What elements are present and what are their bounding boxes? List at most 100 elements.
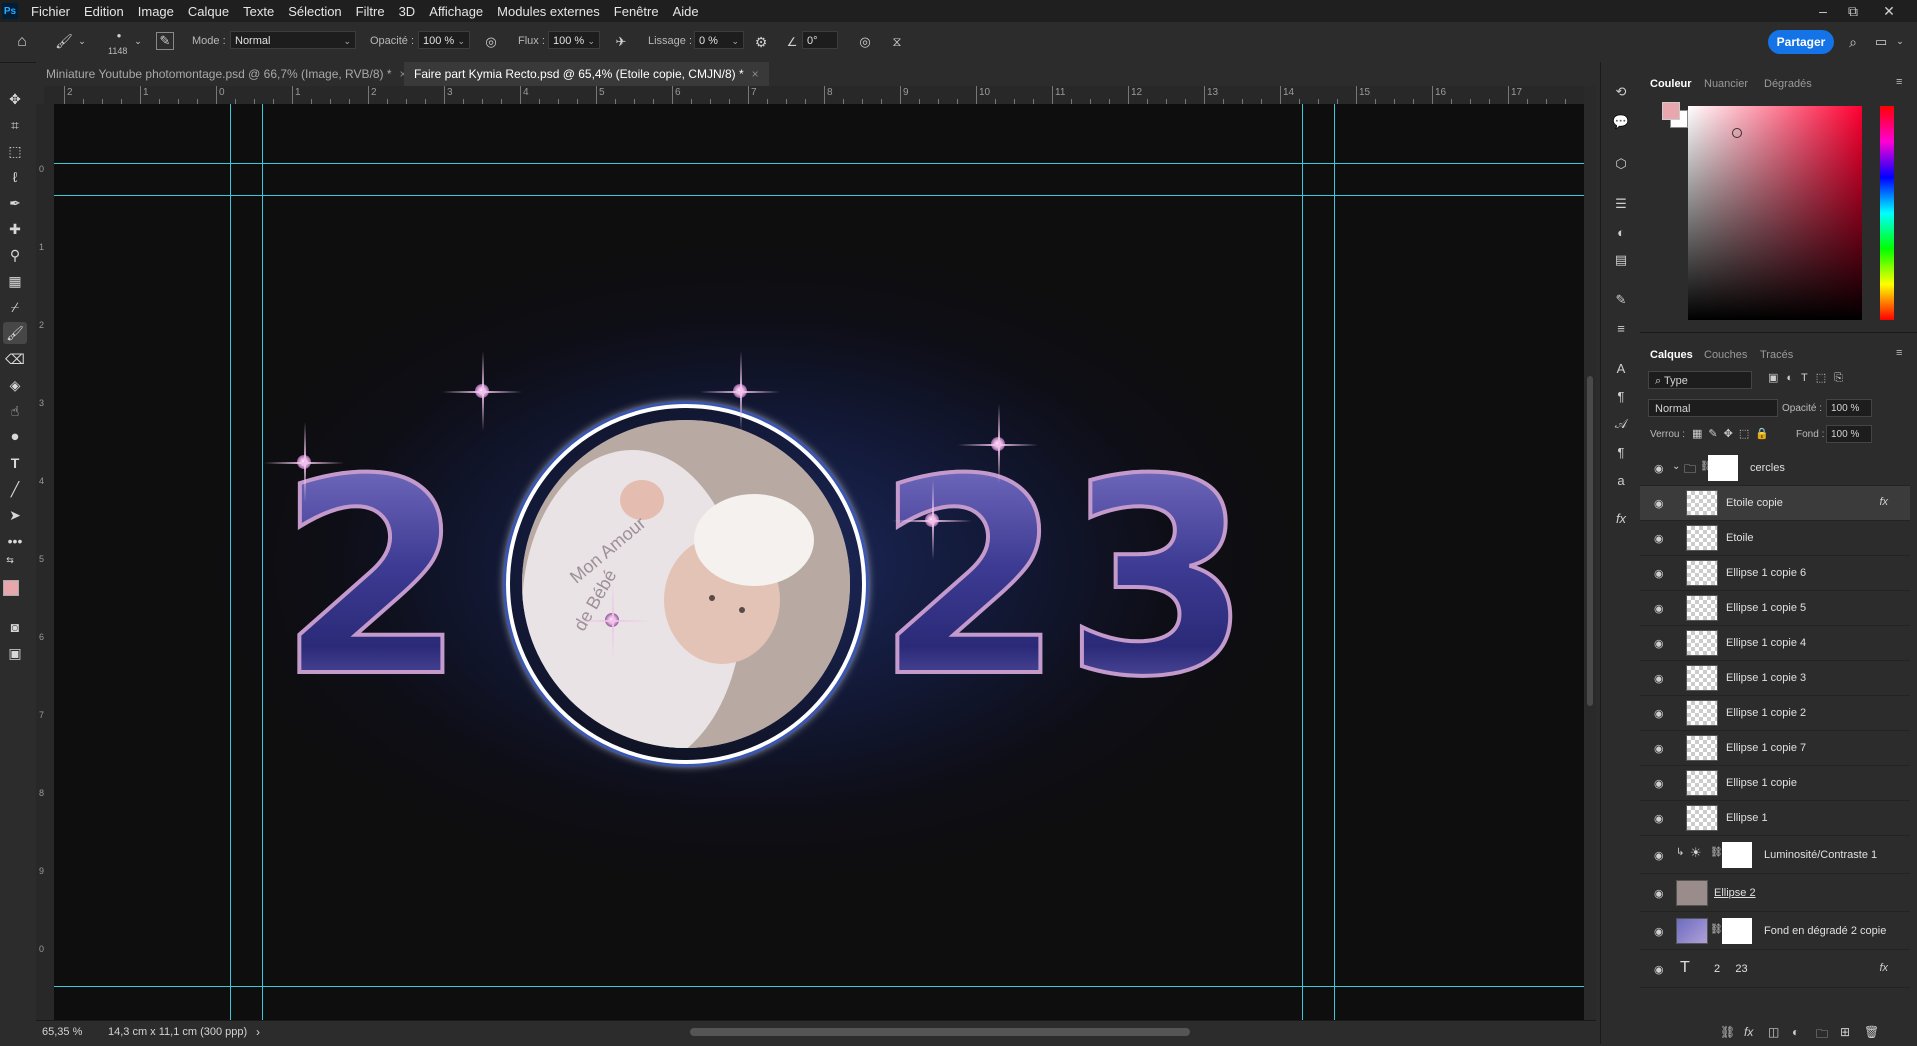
eye-icon[interactable]: ◉ bbox=[1654, 707, 1668, 720]
tab-traces[interactable]: Tracés bbox=[1760, 349, 1793, 361]
eye-icon[interactable]: ◉ bbox=[1654, 672, 1668, 685]
more-tools-icon[interactable]: ••• bbox=[3, 530, 27, 552]
eye-icon[interactable]: ◉ bbox=[1654, 777, 1668, 790]
layer-row-selected[interactable]: ◉ Etoile copie fx bbox=[1640, 486, 1910, 521]
layer-row[interactable]: ◉ Ellipse 2 bbox=[1640, 874, 1910, 912]
vertical-scrollbar[interactable] bbox=[1584, 86, 1596, 1020]
menu-3d[interactable]: 3D bbox=[392, 4, 423, 19]
adjustments-icon[interactable]: ◐ bbox=[1611, 222, 1631, 242]
horizontal-scrollbar-thumb[interactable] bbox=[690, 1028, 1190, 1036]
eraser-tool-icon[interactable]: ⌫ bbox=[3, 348, 27, 370]
minimize-button[interactable]: – bbox=[1808, 0, 1838, 22]
move-tool-icon[interactable]: ✥ bbox=[3, 88, 27, 110]
canvas[interactable]: 2 23 Mon Amour de Bébé bbox=[54, 104, 1584, 1020]
share-button[interactable]: Partager bbox=[1768, 30, 1834, 54]
layer-row[interactable]: ◉ ⛓ Fond en dégradé 2 copie bbox=[1640, 912, 1910, 950]
guide-vertical[interactable] bbox=[230, 104, 231, 1020]
crop-tool-icon[interactable]: ⌗ bbox=[3, 114, 27, 136]
eye-icon[interactable]: ◉ bbox=[1654, 637, 1668, 650]
chevron-down-icon[interactable]: ⌄ bbox=[1894, 34, 1906, 48]
chevron-down-icon[interactable]: ⌄ bbox=[1672, 461, 1680, 472]
flow-input[interactable]: 100 % ⌄ bbox=[548, 31, 600, 49]
path-selection-tool-icon[interactable]: ➤ bbox=[3, 504, 27, 526]
menu-selection[interactable]: Sélection bbox=[281, 4, 348, 19]
symmetry-icon[interactable]: ⧖ bbox=[888, 33, 906, 51]
paint-bucket-tool-icon[interactable]: ◈ bbox=[3, 374, 27, 396]
history-icon[interactable]: ⟲ bbox=[1611, 82, 1631, 102]
menu-edition[interactable]: Edition bbox=[77, 4, 131, 19]
tab-faire-part[interactable]: Faire part Kymia Recto.psd @ 65,4% (Etoi… bbox=[404, 62, 769, 86]
restore-button[interactable]: ⧉ bbox=[1838, 0, 1868, 22]
chevron-down-icon[interactable]: ⌄ bbox=[132, 34, 144, 48]
layer-mask-thumbnail[interactable] bbox=[1708, 455, 1738, 481]
status-menu-arrow[interactable]: › bbox=[256, 1025, 260, 1039]
panel-menu-icon[interactable]: ≡ bbox=[1896, 347, 1902, 359]
guide-vertical[interactable] bbox=[262, 104, 263, 1020]
zoom-level[interactable]: 65,35 % bbox=[42, 1026, 82, 1038]
screen-mode-icon[interactable]: ▣ bbox=[3, 642, 27, 664]
link-layers-icon[interactable]: ⛓ bbox=[1720, 1025, 1735, 1039]
quick-mask-icon[interactable]: ◙ bbox=[3, 616, 27, 638]
brushes-icon[interactable]: ✎ bbox=[1611, 290, 1631, 310]
guide-horizontal[interactable] bbox=[54, 195, 1584, 196]
menu-texte[interactable]: Texte bbox=[236, 4, 281, 19]
menu-aide[interactable]: Aide bbox=[666, 4, 706, 19]
mode-select[interactable]: Normal ⌄ bbox=[230, 31, 356, 49]
panel-menu-icon[interactable]: ≡ bbox=[1896, 76, 1902, 88]
styles-fx-icon[interactable]: fx bbox=[1611, 508, 1631, 528]
tab-calques[interactable]: Calques bbox=[1650, 349, 1693, 361]
layer-fill-input[interactable]: 100 % bbox=[1826, 425, 1872, 443]
menu-filtre[interactable]: Filtre bbox=[349, 4, 392, 19]
eye-icon[interactable]: ◉ bbox=[1654, 462, 1668, 475]
type-tool-icon[interactable]: T bbox=[3, 452, 27, 474]
eye-icon[interactable]: ◉ bbox=[1654, 497, 1668, 510]
new-layer-icon[interactable]: ⊞ bbox=[1840, 1025, 1850, 1039]
new-group-icon[interactable]: 🗀 bbox=[1816, 1025, 1828, 1046]
marquee-tool-icon[interactable]: ⬚ bbox=[3, 140, 27, 162]
brush-tool-icon[interactable]: 🖌 bbox=[54, 31, 74, 51]
workspace-icon[interactable]: ▭ bbox=[1872, 33, 1890, 51]
gear-icon[interactable]: ⚙ bbox=[752, 33, 770, 51]
comments-icon[interactable]: 💬 bbox=[1611, 112, 1631, 132]
search-icon[interactable]: ⌕ bbox=[1844, 33, 1862, 51]
layer-row[interactable]: ◉ Ellipse 1 copie bbox=[1640, 766, 1910, 801]
tab-couches[interactable]: Couches bbox=[1704, 349, 1747, 361]
home-icon[interactable]: ⌂ bbox=[12, 32, 32, 52]
layer-row-adjustment[interactable]: ◉ ↳ ☀ ⛓ Luminosité/Contraste 1 bbox=[1640, 836, 1910, 874]
layer-row[interactable]: ◉ Ellipse 1 copie 7 bbox=[1640, 731, 1910, 766]
eye-icon[interactable]: ◉ bbox=[1654, 963, 1668, 976]
add-style-icon[interactable]: fx bbox=[1744, 1025, 1753, 1039]
pressure-opacity-icon[interactable]: ◎ bbox=[482, 33, 500, 51]
stamp-tool-icon[interactable]: ⚲ bbox=[3, 244, 27, 266]
line-tool-icon[interactable]: ╱ bbox=[3, 478, 27, 500]
menu-fichier[interactable]: Fichier bbox=[24, 4, 77, 19]
brush-settings-icon[interactable]: ≡ bbox=[1611, 318, 1631, 338]
opacity-input[interactable]: 100 % ⌄ bbox=[418, 31, 470, 49]
frame-tool-icon[interactable]: ▦ bbox=[3, 270, 27, 292]
tab-miniature-youtube[interactable]: Miniature Youtube photomontage.psd @ 66,… bbox=[36, 62, 417, 86]
brush-settings-icon[interactable]: ✎ bbox=[156, 32, 174, 50]
angle-input[interactable]: 0° bbox=[802, 31, 838, 49]
layer-mask-thumbnail[interactable] bbox=[1722, 918, 1752, 944]
hue-slider[interactable] bbox=[1880, 106, 1894, 320]
tab-degrades[interactable]: Dégradés bbox=[1764, 78, 1812, 90]
lasso-tool-icon[interactable]: ℓ bbox=[3, 166, 27, 188]
layer-row[interactable]: ◉ Ellipse 1 copie 5 bbox=[1640, 591, 1910, 626]
pressure-size-icon[interactable]: ◎ bbox=[856, 33, 874, 51]
smudge-tool-icon[interactable]: ☝ bbox=[3, 400, 27, 422]
color-picker-cursor[interactable] bbox=[1732, 128, 1742, 138]
layer-row[interactable]: ◉ Ellipse 1 copie 3 bbox=[1640, 661, 1910, 696]
menu-modules-externes[interactable]: Modules externes bbox=[490, 4, 607, 19]
layer-effects-icon[interactable]: fx bbox=[1879, 496, 1888, 508]
eye-icon[interactable]: ◉ bbox=[1654, 602, 1668, 615]
add-mask-icon[interactable]: ◫ bbox=[1768, 1025, 1779, 1039]
tab-nuancier[interactable]: Nuancier bbox=[1704, 78, 1748, 90]
layer-row[interactable]: ◉ Ellipse 1 bbox=[1640, 801, 1910, 836]
layer-effects-icon[interactable]: fx bbox=[1879, 962, 1888, 974]
lock-icons[interactable]: ▦✎✥⬚🔒 bbox=[1692, 427, 1782, 441]
chevron-down-icon[interactable]: ⌄ bbox=[76, 34, 88, 48]
eye-icon[interactable]: ◉ bbox=[1654, 742, 1668, 755]
paragraph-icon[interactable]: ¶ bbox=[1611, 386, 1631, 406]
adjustment-layer-icon[interactable]: ◐ bbox=[1792, 1025, 1799, 1039]
brush-preset-icon[interactable]: ● bbox=[104, 28, 134, 42]
